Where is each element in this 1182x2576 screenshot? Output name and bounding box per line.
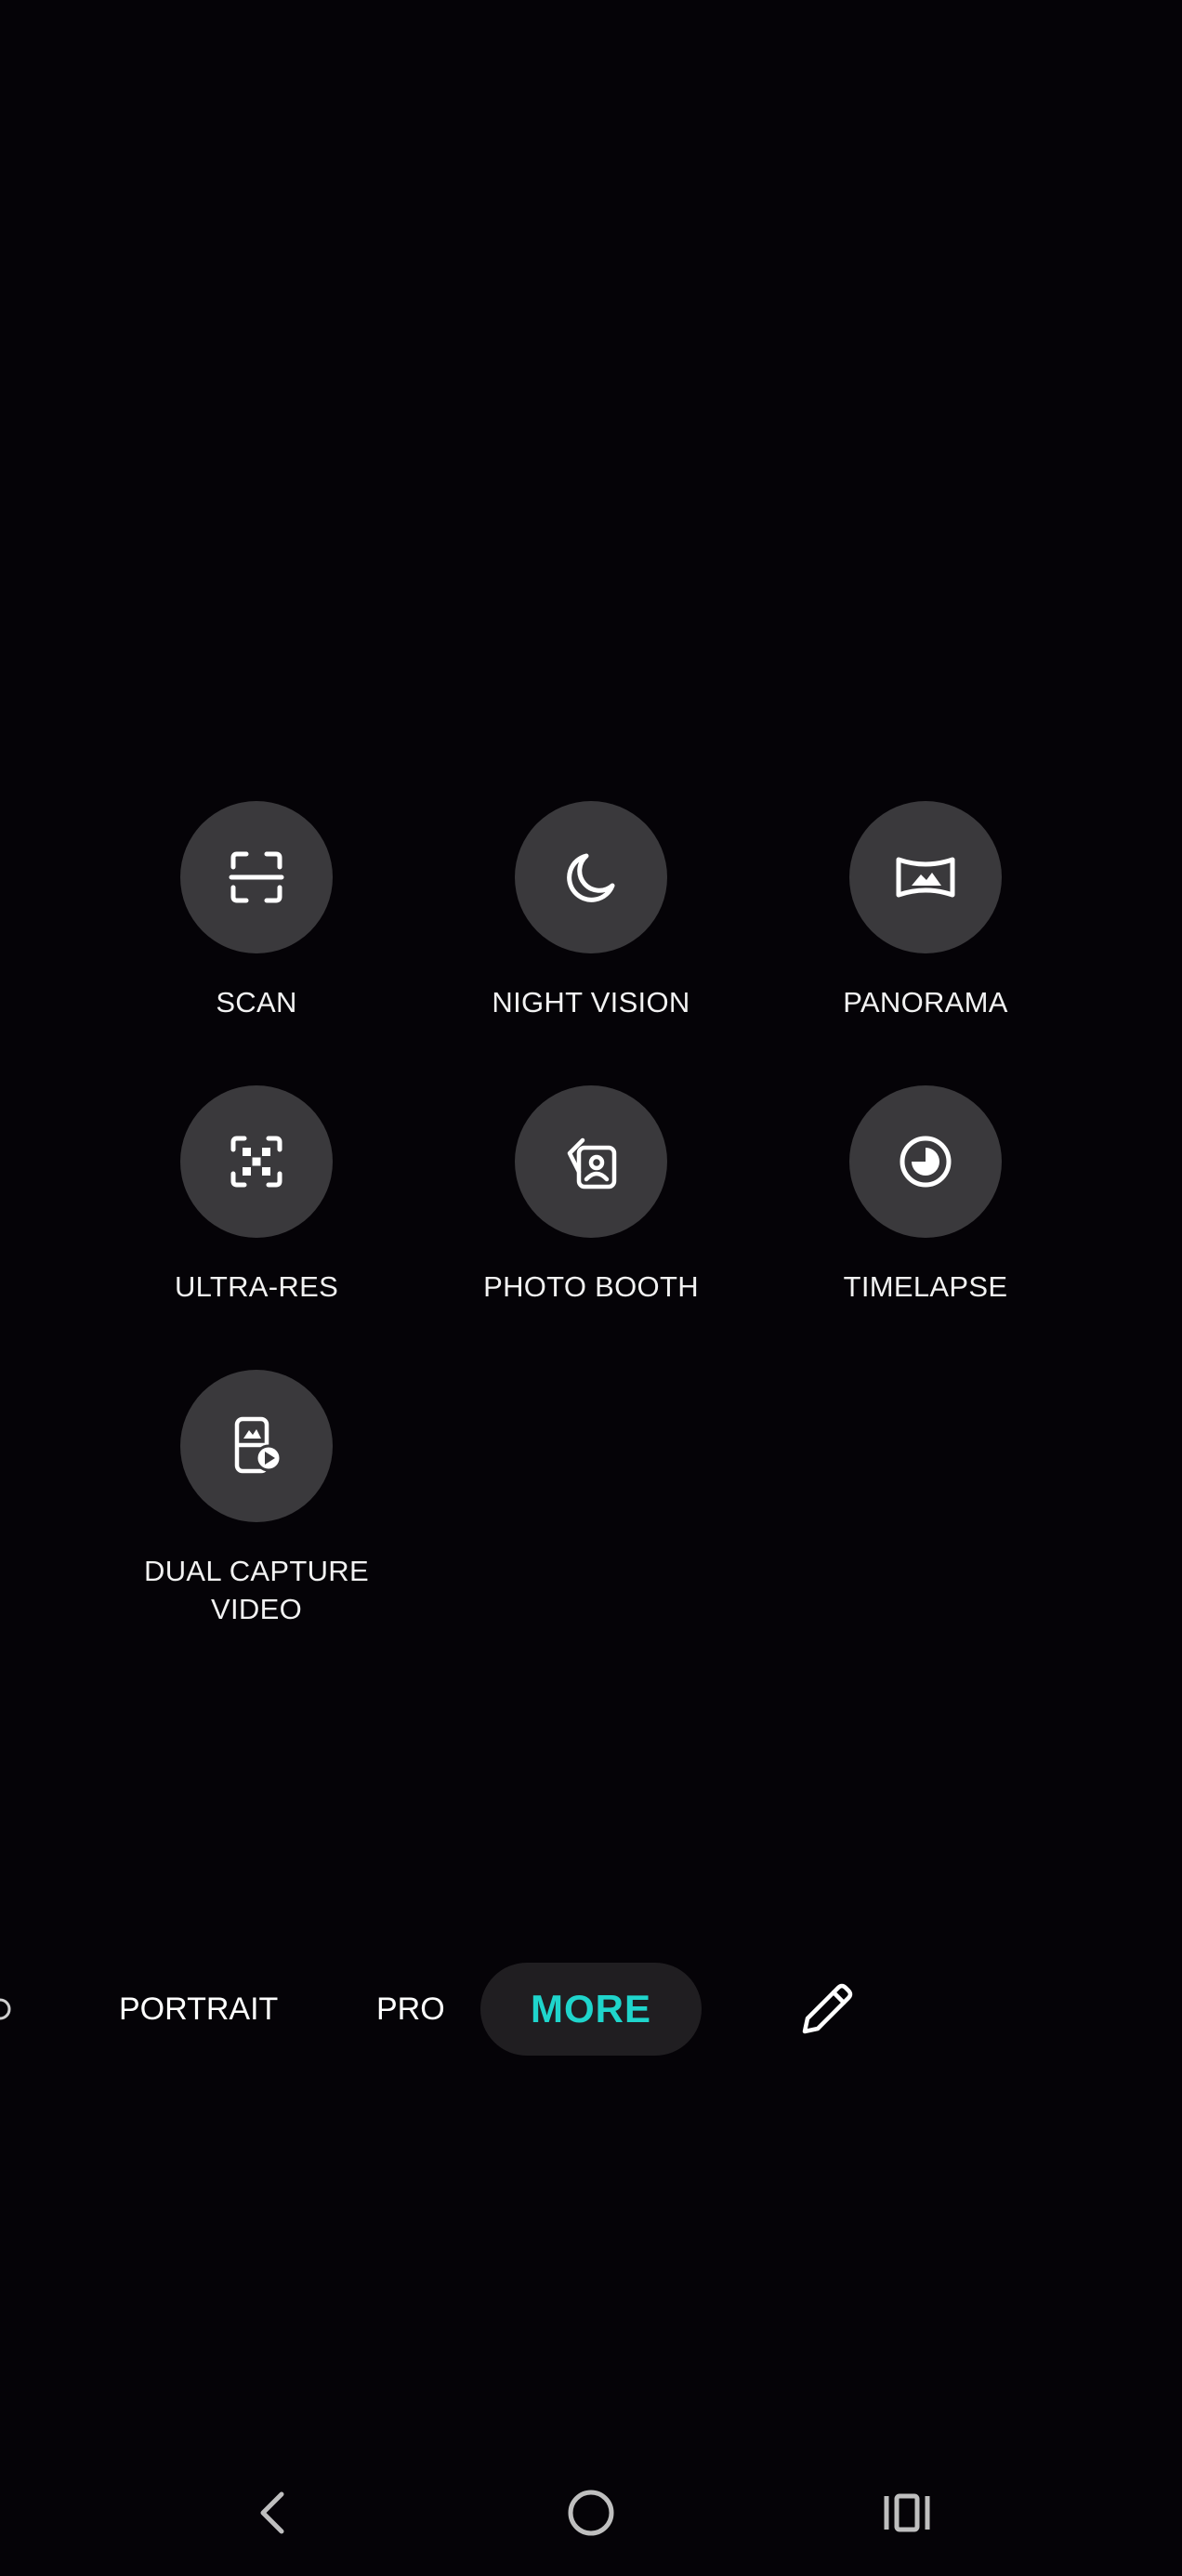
mode-scan-label: SCAN <box>216 986 297 1019</box>
mode-panorama[interactable]: PANORAMA <box>758 801 1093 1021</box>
system-navigation-bar <box>0 2463 1182 2565</box>
timelapse-icon <box>900 1136 952 1188</box>
mode-panorama-label: PANORAMA <box>843 986 1008 1019</box>
dual-capture-video-icon <box>234 1416 282 1474</box>
partial-mode-icon <box>0 1998 11 2020</box>
recents-icon <box>884 2493 930 2532</box>
tab-pro[interactable]: PRO <box>376 1963 445 2056</box>
nav-back-button[interactable] <box>237 2476 311 2550</box>
mode-timelapse-label: TIMELAPSE <box>843 1270 1008 1303</box>
tab-more[interactable]: MORE <box>480 1963 702 2056</box>
mode-photo-booth-button[interactable] <box>515 1085 667 1238</box>
tab-portrait[interactable]: PORTRAIT <box>119 1963 278 2056</box>
mode-night-vision-button[interactable] <box>515 801 667 953</box>
mode-dual-capture-video-button[interactable] <box>180 1370 333 1522</box>
panorama-icon <box>896 857 955 898</box>
mode-dual-capture-video-label: DUAL CAPTURE VIDEO <box>89 1552 424 1628</box>
mode-ultra-res[interactable]: ULTRA-RES <box>89 1085 424 1306</box>
mode-dual-capture-video-label-line-2: VIDEO <box>211 1593 302 1625</box>
camera-mode-bar: PORTRAIT PRO MORE <box>0 1963 1182 2056</box>
mode-photo-booth-label: PHOTO BOOTH <box>483 1270 699 1303</box>
mode-photo-booth[interactable]: PHOTO BOOTH <box>424 1085 758 1306</box>
scan-icon <box>229 851 284 903</box>
home-icon <box>568 2490 614 2536</box>
nav-recents-button[interactable] <box>870 2476 944 2550</box>
moon-icon <box>567 853 615 902</box>
mode-timelapse[interactable]: TIMELAPSE <box>758 1085 1093 1306</box>
mode-night-vision[interactable]: NIGHT VISION <box>424 801 758 1021</box>
ultra-res-icon <box>230 1136 282 1188</box>
mode-dual-capture-video-label-line-1: DUAL CAPTURE <box>144 1555 369 1587</box>
mode-scan-button[interactable] <box>180 801 333 953</box>
pencil-icon[interactable] <box>795 1978 859 2041</box>
back-icon <box>260 2491 284 2534</box>
photo-booth-icon <box>567 1137 617 1189</box>
nav-home-button[interactable] <box>554 2476 628 2550</box>
mode-scan[interactable]: SCAN <box>89 801 424 1021</box>
mode-night-vision-label: NIGHT VISION <box>492 986 690 1019</box>
mode-ultra-res-button[interactable] <box>180 1085 333 1238</box>
mode-panorama-button[interactable] <box>849 801 1002 953</box>
mode-ultra-res-label: ULTRA-RES <box>174 1270 339 1303</box>
mode-timelapse-button[interactable] <box>849 1085 1002 1238</box>
mode-dual-capture-video[interactable]: DUAL CAPTURE VIDEO <box>89 1370 424 1628</box>
